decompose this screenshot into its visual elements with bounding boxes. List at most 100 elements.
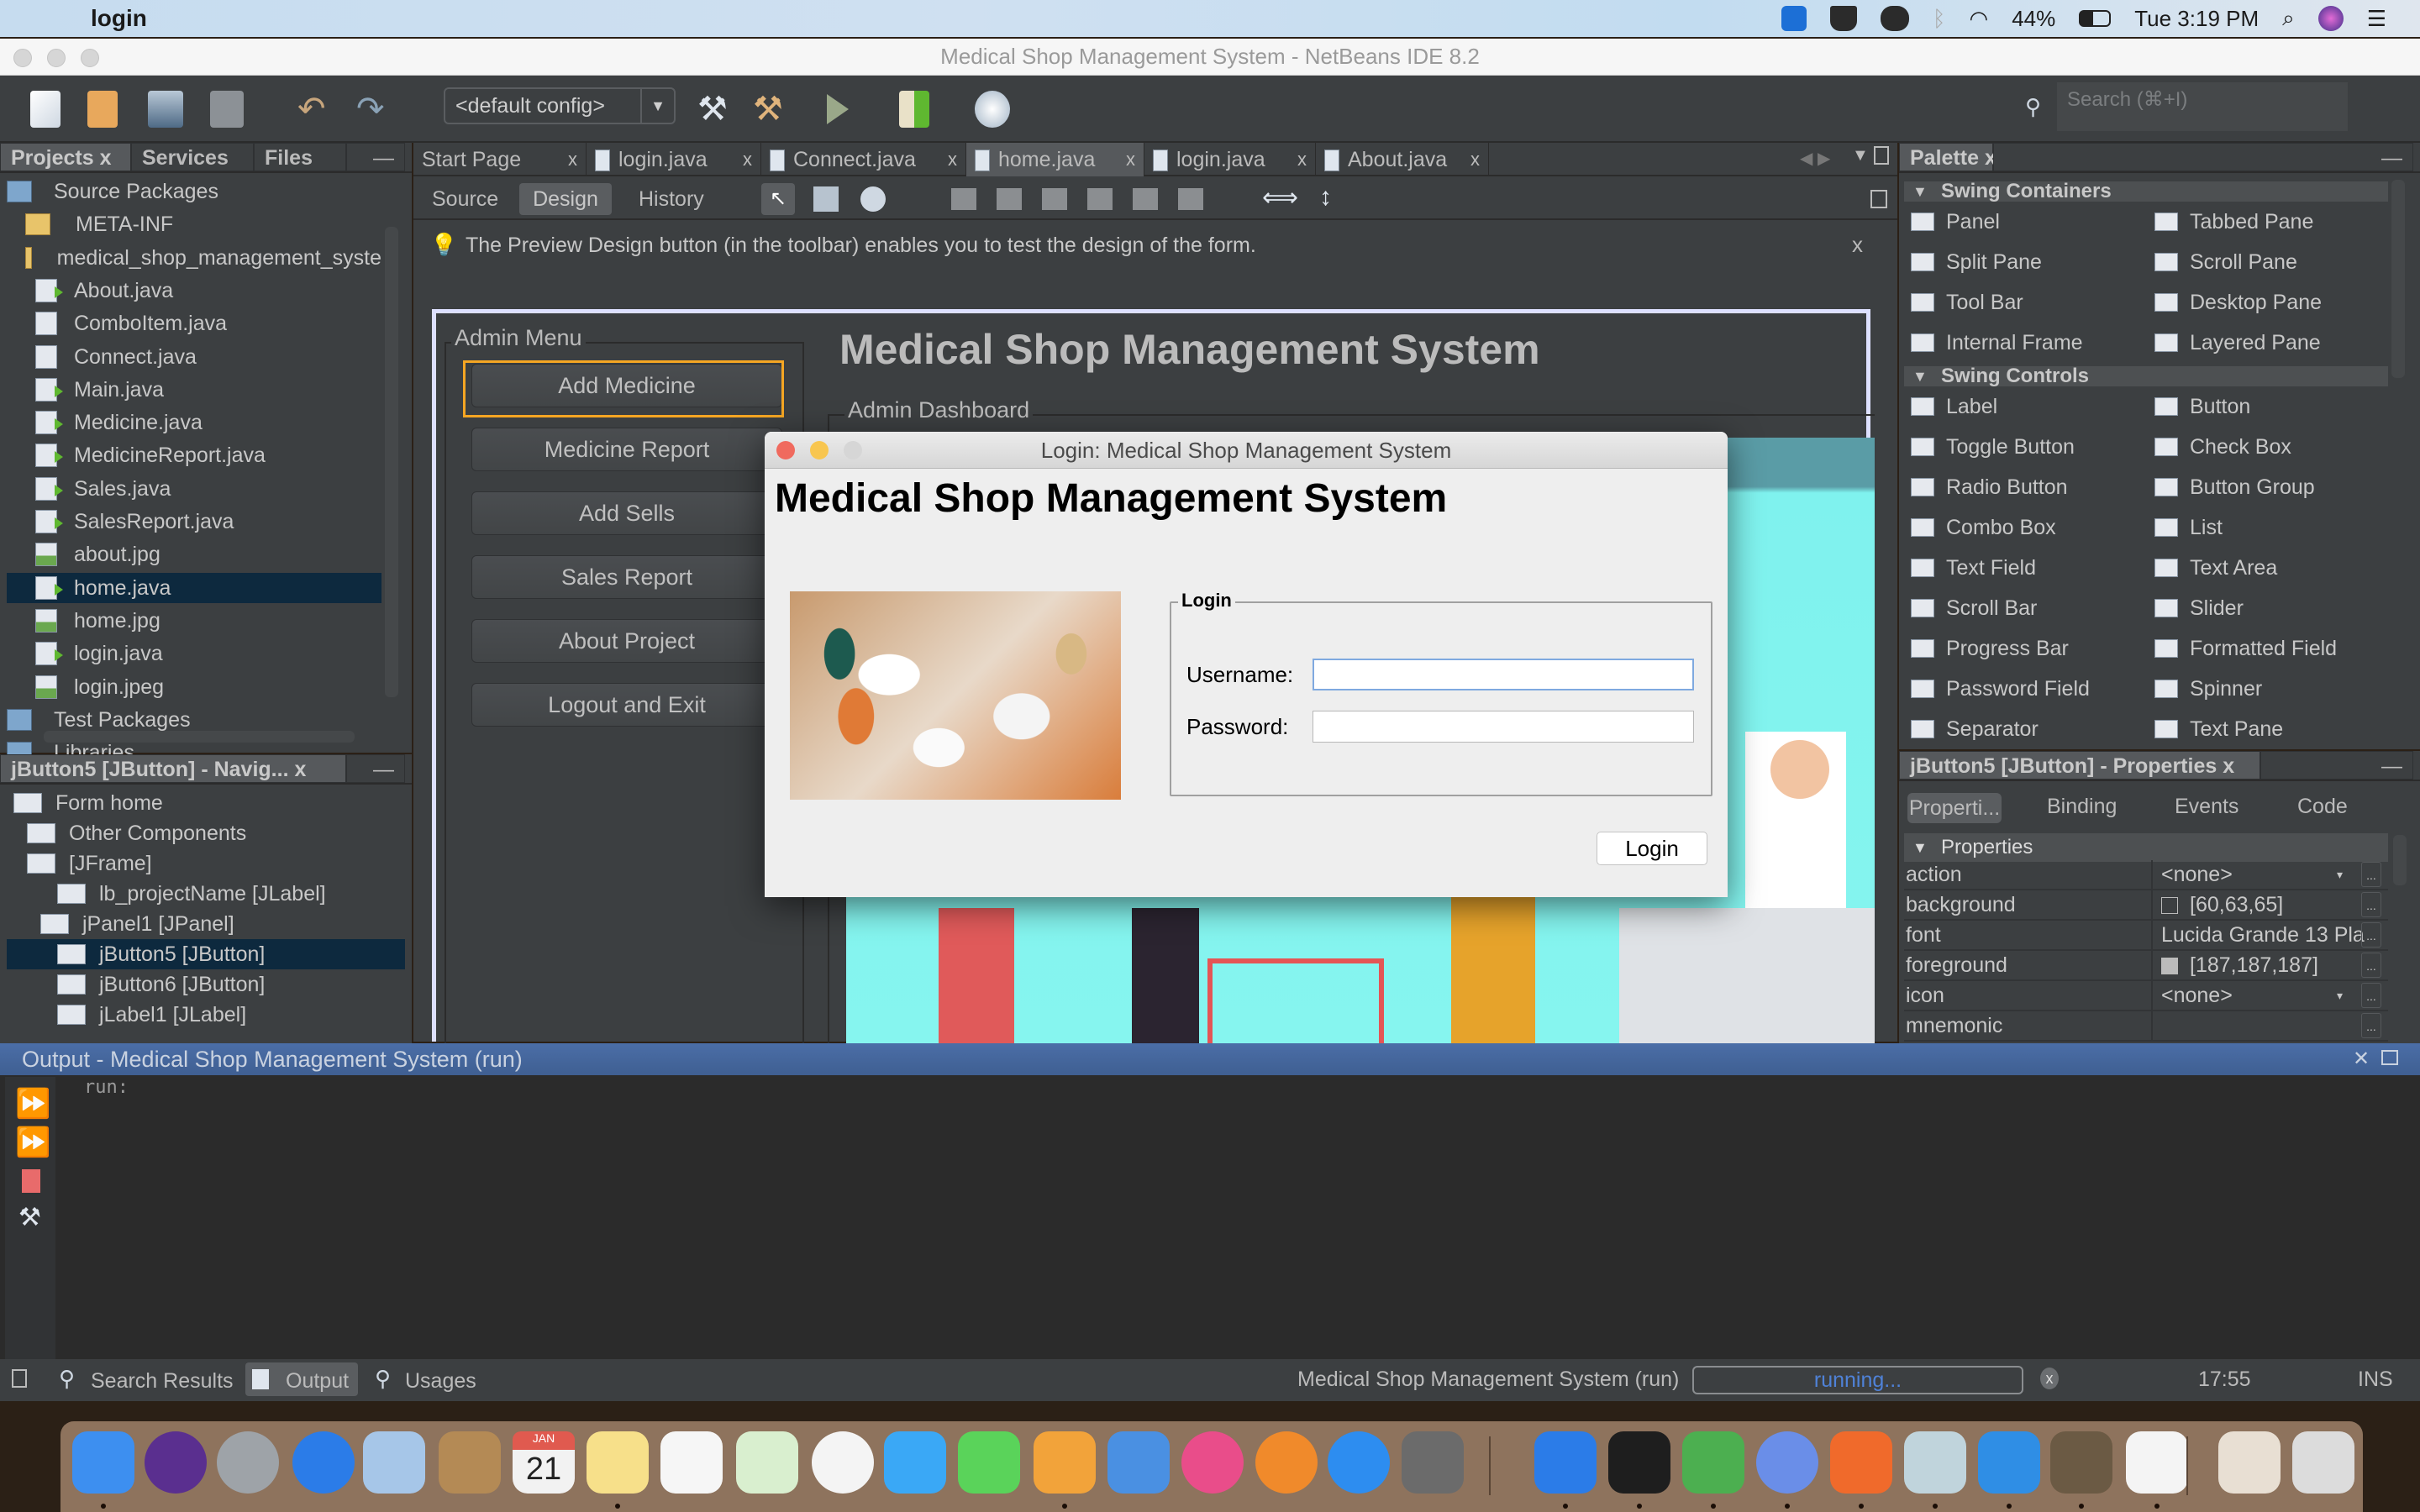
close-tab-icon[interactable]: x (1470, 143, 1480, 176)
center-vertically-icon[interactable] (1178, 188, 1203, 210)
new-file-icon[interactable] (30, 91, 60, 128)
run-icon[interactable] (827, 94, 849, 124)
apple-icon[interactable] (34, 5, 57, 32)
palette-item[interactable]: Check Box (2154, 430, 2291, 464)
palette-item[interactable]: Split Pane (1911, 245, 2042, 279)
new-project-icon[interactable] (87, 91, 118, 128)
debug-icon[interactable] (899, 91, 929, 128)
palette-item[interactable]: Slider (2154, 591, 2244, 625)
chevron-down-icon[interactable]: ▾ (2337, 981, 2343, 1010)
palette-item[interactable]: Tool Bar (1911, 286, 2023, 319)
navigator-item[interactable]: jLabel1 [JLabel] (7, 1000, 405, 1030)
build-icon[interactable]: ⚒ (697, 91, 734, 128)
tab-projects[interactable]: Projects x (0, 143, 131, 171)
dock-app-contacts[interactable] (439, 1431, 501, 1494)
palette-scrollbar[interactable] (2391, 180, 2405, 378)
tab-search-results[interactable]: Search Results (91, 1369, 234, 1394)
tree-item[interactable]: MedicineReport.java (7, 440, 381, 470)
dock-app-calendar[interactable]: JAN 21 (513, 1431, 575, 1494)
palette-item[interactable]: Text Area (2154, 551, 2277, 585)
chevron-down-icon[interactable]: ▾ (2337, 860, 2343, 889)
align-top-icon[interactable] (1087, 188, 1113, 210)
minimize-window-button[interactable] (47, 49, 66, 67)
password-input[interactable] (1313, 711, 1694, 743)
clean-build-icon[interactable]: ⚒ (753, 91, 790, 128)
tree-item[interactable]: login.jpeg (7, 672, 381, 702)
editor-tab[interactable]: login.java x (587, 143, 761, 176)
minimize-panel-icon[interactable]: — (1993, 143, 2413, 171)
editor-tab[interactable]: Start Page x (413, 143, 587, 176)
palette-item[interactable]: Button Group (2154, 470, 2315, 504)
tree-item[interactable]: Connect.java (7, 342, 381, 372)
palette-item[interactable]: Spinner (2154, 672, 2262, 706)
palette-item[interactable]: Scroll Bar (1911, 591, 2037, 625)
profile-icon[interactable] (975, 91, 1010, 128)
tree-item[interactable]: META-INF (7, 209, 381, 239)
tab-binding[interactable]: Binding (2047, 795, 2117, 819)
tree-item[interactable]: Main.java (7, 375, 381, 405)
editor-tab[interactable]: Connect.java x (761, 143, 966, 176)
search-icon[interactable]: ⚲ (2025, 94, 2041, 120)
palette-item[interactable]: List (2154, 511, 2223, 544)
admin-menu-button[interactable]: Add Sells (471, 491, 782, 535)
notification-center-icon[interactable]: ☰ (2367, 6, 2386, 32)
navigator-item[interactable]: Other Components (7, 818, 405, 848)
align-bottom-icon[interactable] (1133, 188, 1158, 210)
close-tab-icon[interactable]: x (568, 143, 577, 176)
tree-item[interactable]: Source Packages (7, 176, 381, 207)
property-value[interactable]: [187,187,187] (2151, 951, 2375, 979)
undo-icon[interactable]: ↶ (297, 91, 334, 128)
dock-app-launchpad[interactable] (217, 1431, 279, 1494)
property-editor-button[interactable]: ... (2361, 862, 2381, 887)
ide-search-input[interactable]: Search (⌘+I) (2057, 82, 2348, 131)
show-opened-documents-icon[interactable]: ▼ (1852, 146, 1869, 165)
property-row[interactable]: mnemonic... (1904, 1011, 2388, 1042)
task-progress-bar[interactable]: running... (1692, 1366, 2023, 1394)
palette-item[interactable]: Separator (1911, 712, 2039, 746)
palette-item[interactable]: Radio Button (1911, 470, 2068, 504)
scroll-tabs-icon[interactable]: ◀ ▶ (1800, 148, 1830, 169)
palette-item[interactable]: Tabbed Pane (2154, 205, 2313, 239)
restore-output-icon[interactable] (2381, 1050, 2398, 1065)
dock-app-maps[interactable] (736, 1431, 798, 1494)
cloud-upload-icon[interactable] (1880, 6, 1909, 31)
docker-icon[interactable] (1829, 6, 1857, 31)
properties-section-header[interactable]: Properties (1904, 833, 2388, 862)
siri-icon[interactable] (2317, 6, 2344, 31)
property-row[interactable]: font Lucida Grande 13 Pla... (1904, 921, 2388, 951)
properties-scrollbar[interactable] (2393, 835, 2407, 885)
property-editor-button[interactable]: ... (2361, 983, 2381, 1008)
minimize-panel-icon[interactable]: — (346, 143, 405, 171)
tree-item[interactable]: home.java (7, 572, 381, 603)
connection-mode-icon[interactable] (813, 186, 839, 212)
dock-app-notes[interactable] (587, 1431, 649, 1494)
center-horizontally-icon[interactable] (1042, 188, 1067, 210)
palette-item[interactable]: Desktop Pane (2154, 286, 2322, 319)
dock-app-java[interactable] (2126, 1431, 2188, 1494)
change-vertical-resizability-icon[interactable]: ↕ (1319, 183, 1332, 212)
dock-app-chromium[interactable] (1756, 1431, 1818, 1494)
spotlight-search-icon[interactable]: ⌕ (2282, 5, 2295, 32)
config-select[interactable]: <default config> ▼ (444, 87, 676, 124)
tree-item[interactable]: Sales.java (7, 474, 381, 504)
editor-tab[interactable]: home.java x (966, 143, 1144, 176)
change-horizontal-resizability-icon[interactable]: ⟺ (1262, 183, 1298, 213)
tree-item[interactable]: Medicine.java (7, 407, 381, 438)
tree-vertical-scrollbar[interactable] (385, 227, 398, 697)
navigator-item[interactable]: lb_projectName [JLabel] (7, 879, 405, 909)
tree-item[interactable]: ComboItem.java (7, 308, 381, 339)
editor-tab[interactable]: About.java x (1316, 143, 1489, 176)
close-info-icon[interactable]: x (1852, 232, 1863, 258)
palette-item[interactable]: Layered Pane (2154, 326, 2321, 360)
navigator-item[interactable]: [JFrame] (7, 848, 405, 879)
dock-app-teamviewer[interactable] (1534, 1431, 1597, 1494)
palette-item[interactable]: Password Field (1911, 672, 2090, 706)
dock-app-safari[interactable] (292, 1431, 355, 1494)
username-input[interactable] (1313, 659, 1694, 690)
dock-app-gimp[interactable] (2050, 1431, 2112, 1494)
tab-output[interactable]: Output (286, 1369, 349, 1394)
tab-palette[interactable]: Palette x (1899, 143, 1996, 171)
dock-app-firefox[interactable] (1830, 1431, 1892, 1494)
tab-properties[interactable]: Properti... (1907, 793, 2002, 823)
subtab-design[interactable]: Design (519, 183, 612, 215)
